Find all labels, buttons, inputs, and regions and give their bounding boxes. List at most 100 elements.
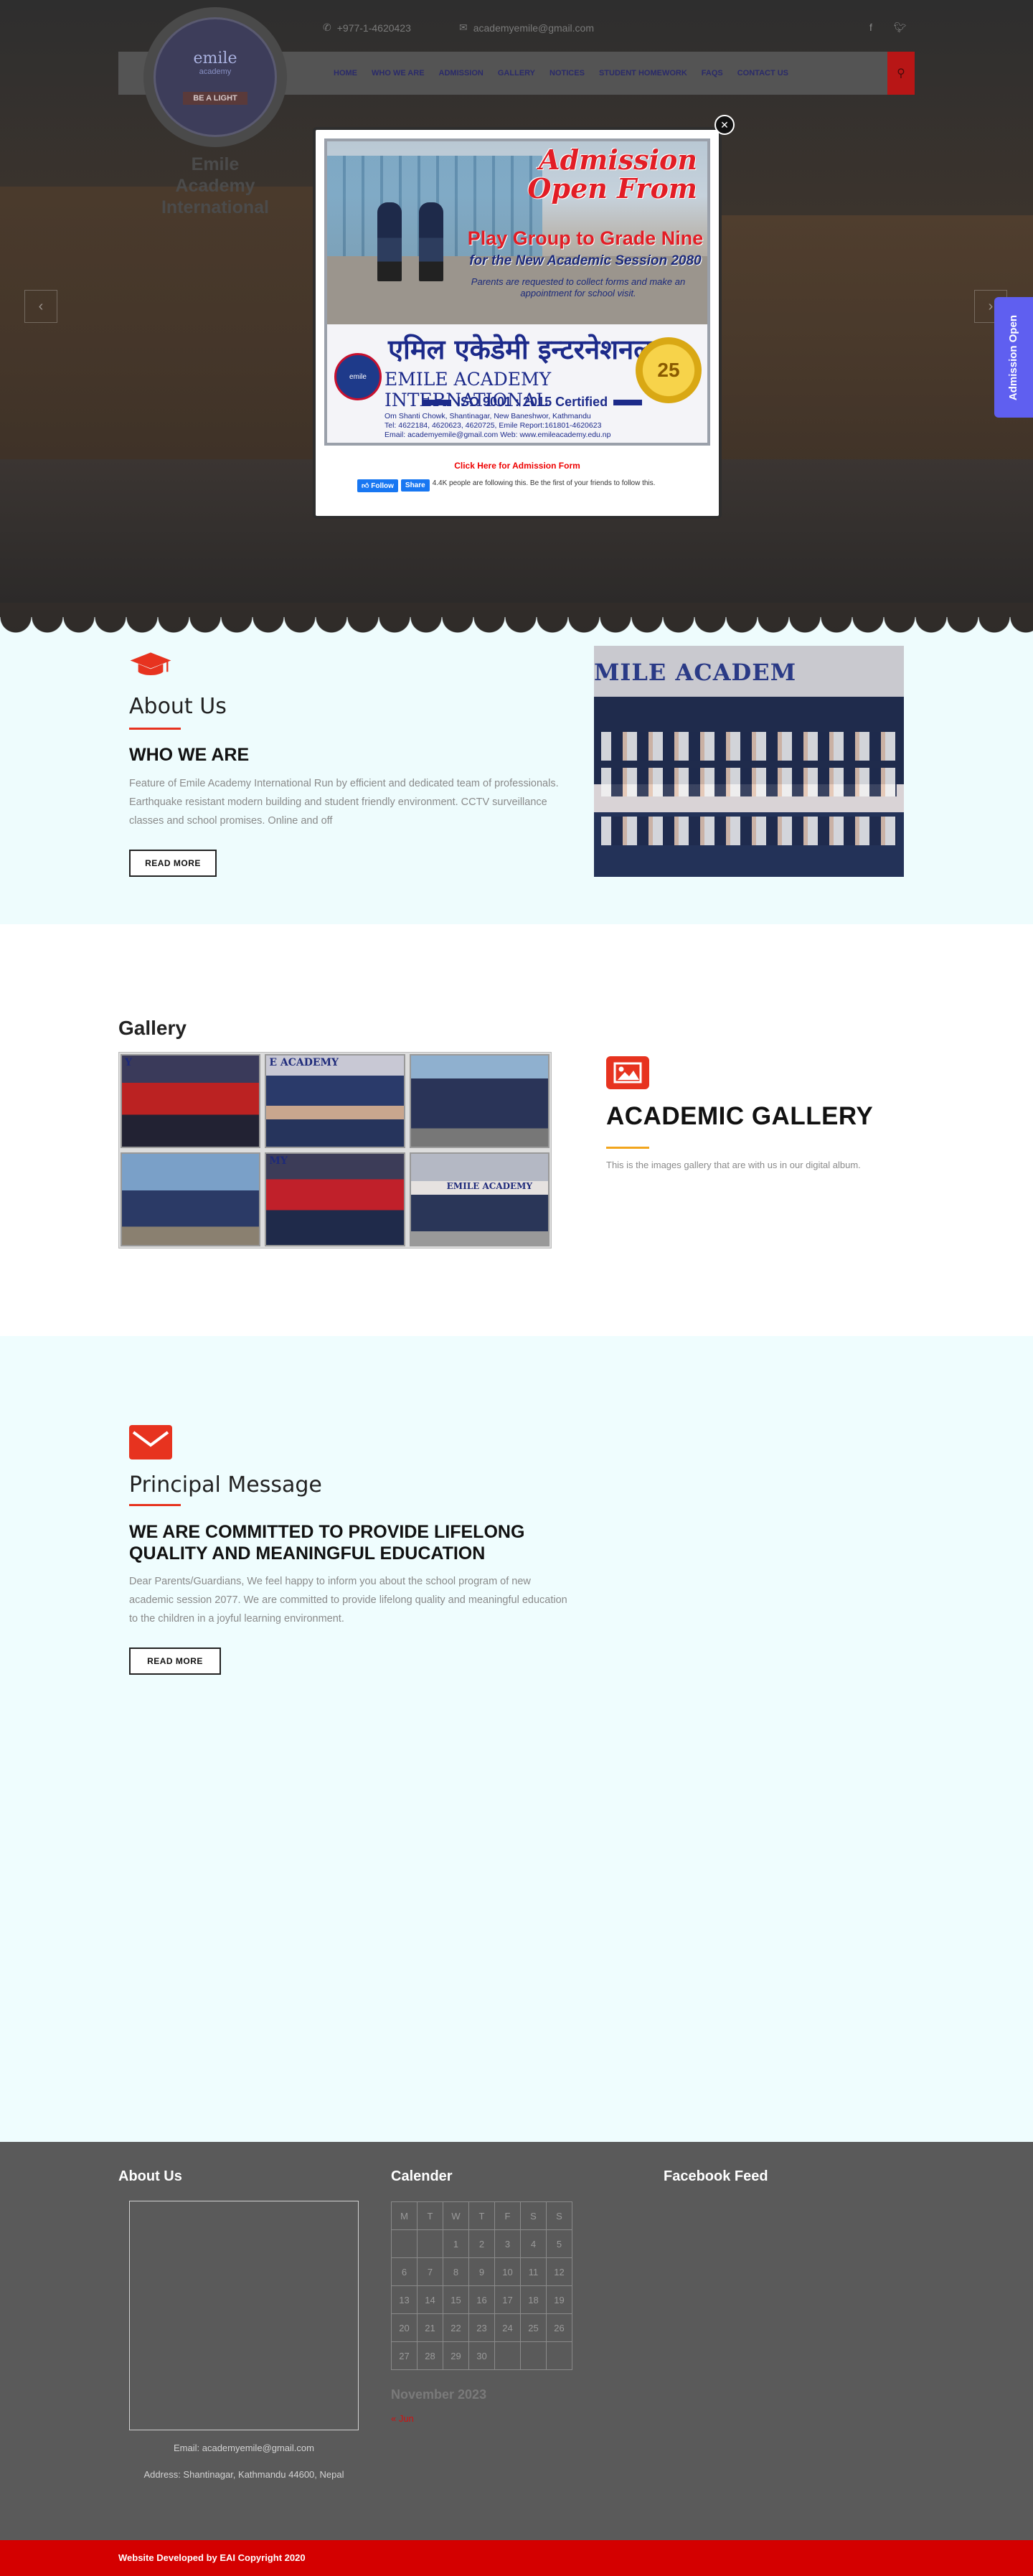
- flyer-student-1: [377, 202, 402, 281]
- calendar-day: 23: [468, 2313, 495, 2342]
- admission-flyer-image[interactable]: Admission Open From Play Group to Grade …: [324, 138, 710, 446]
- footer-facebook-title: Facebook Feed: [664, 2168, 768, 2184]
- academic-gallery-text: This is the images gallery that are with…: [606, 1160, 861, 1170]
- nav-item-student-homework[interactable]: STUDENT HOMEWORK: [599, 69, 687, 77]
- calendar-day-header: S: [546, 2201, 572, 2230]
- about-photo-row-3: [601, 817, 897, 845]
- fb-share-button[interactable]: Share: [400, 479, 430, 492]
- gallery-image-3[interactable]: [409, 1054, 549, 1148]
- calendar-day: [494, 2341, 521, 2370]
- about-photo-row-2: [601, 768, 897, 796]
- gallery-image-4[interactable]: [121, 1152, 261, 1246]
- phone-contact[interactable]: ✆ +977-1-4620423: [323, 22, 411, 34]
- principal-text: Dear Parents/Guardians, We feel happy to…: [129, 1576, 567, 1625]
- calendar-day: 24: [494, 2313, 521, 2342]
- close-icon: ✕: [720, 118, 729, 131]
- popup-close-button[interactable]: ✕: [714, 115, 735, 135]
- academic-gallery-title: ACADEMIC GALLERY: [606, 1102, 874, 1130]
- brand-line-3: International: [161, 197, 269, 217]
- email-contact[interactable]: ✉ academyemile@gmail.com: [459, 22, 594, 34]
- about-text: Feature of Emile Academy International R…: [129, 778, 559, 827]
- calendar-day-header: W: [443, 2201, 469, 2230]
- calendar-header-row: M T W T F S S: [391, 2201, 572, 2230]
- calendar-day: 11: [520, 2257, 547, 2286]
- calendar-day: 10: [494, 2257, 521, 2286]
- calendar-week: 20 21 22 23 24 25 26: [391, 2313, 572, 2342]
- brand-line-1: Emile: [191, 154, 240, 174]
- about-title: About Us: [129, 694, 227, 719]
- chevron-left-icon: ‹: [38, 298, 44, 314]
- brand-name: Emile Academy International: [122, 154, 308, 218]
- logo-sub: academy: [199, 67, 232, 76]
- slider-prev-button[interactable]: ‹: [24, 290, 57, 323]
- flyer-student-2: [419, 202, 443, 281]
- flyer-headline: Admission Open From: [527, 146, 697, 203]
- fb-follow-label: Follow: [371, 482, 394, 490]
- nav-item-contact-us[interactable]: CONTACT US: [737, 69, 788, 77]
- flyer-grades: Play Group to Grade Nine: [467, 227, 704, 249]
- footer-address: Address: Shantinagar, Kathmandu 44600, N…: [143, 2469, 344, 2480]
- calendar-day: 30: [468, 2341, 495, 2370]
- about-photo-banner: MILE ACADEM: [594, 659, 797, 686]
- calendar-day: 25: [520, 2313, 547, 2342]
- about-group-photo[interactable]: MILE ACADEM: [594, 646, 904, 877]
- top-contact-bar: ✆ +977-1-4620423 ✉ academyemile@gmail.co…: [323, 22, 918, 36]
- twitter-icon[interactable]: 🐦︎: [894, 22, 907, 34]
- nav-item-home[interactable]: HOME: [334, 69, 357, 77]
- about-read-more-button[interactable]: READ MORE: [129, 850, 217, 877]
- principal-read-more-button[interactable]: READ MORE: [129, 1647, 221, 1675]
- calendar-day: 27: [391, 2341, 418, 2370]
- gallery-image-1[interactable]: Y: [121, 1054, 261, 1148]
- footer-map-embed[interactable]: [129, 2201, 359, 2430]
- copyright-text: Website Developed by EAI Copyright 2020: [118, 2552, 306, 2563]
- nav-item-who-we-are[interactable]: WHO WE ARE: [372, 69, 425, 77]
- calendar-month-caption: November 2023: [391, 2387, 487, 2402]
- footer-calendar-title: Calender: [391, 2168, 453, 2184]
- envelope-icon: ✉: [459, 22, 468, 33]
- calendar-day-header: F: [494, 2201, 521, 2230]
- calendar-day: 21: [417, 2313, 443, 2342]
- site-logo[interactable]: emile academy BE A LIGHT: [143, 7, 287, 147]
- calendar-day: 16: [468, 2285, 495, 2314]
- calendar-day: 15: [443, 2285, 469, 2314]
- admission-popup: Admission Open From Play Group to Grade …: [313, 127, 722, 519]
- admission-open-label: Admission Open: [1007, 314, 1020, 400]
- flyer-address-3: Email: academyemile@gmail.com Web: www.e…: [385, 431, 611, 439]
- calendar-week: 13 14 15 16 17 18 19: [391, 2285, 572, 2314]
- logo-emblem: emile academy BE A LIGHT: [154, 17, 277, 137]
- nav-item-faqs[interactable]: FAQS: [702, 69, 723, 77]
- footer-email[interactable]: Email: academyemile@gmail.com: [118, 2443, 369, 2453]
- calendar-day: 8: [443, 2257, 469, 2286]
- footer-about-title: About Us: [118, 2168, 182, 2184]
- gallery-image-5[interactable]: MY: [265, 1152, 405, 1246]
- academic-gallery-rule: [606, 1147, 649, 1149]
- principal-heading-line-1: WE ARE COMMITTED TO PROVIDE LIFELONG: [129, 1522, 525, 1542]
- chevron-right-icon: ›: [988, 298, 994, 314]
- flyer-headline-2: Open From: [527, 172, 697, 205]
- calendar-week: 6 7 8 9 10 11 12: [391, 2257, 572, 2286]
- calendar-day: 29: [443, 2341, 469, 2370]
- calendar-prev-month-link[interactable]: « Jun: [391, 2413, 414, 2424]
- anniversary-seal: 25: [636, 337, 702, 403]
- flyer-nepali-name: एमिल एकेडेमी इन्टरनेशनल: [388, 334, 652, 365]
- nav-item-notices[interactable]: NOTICES: [549, 69, 585, 77]
- flyer-logo: emile: [334, 353, 382, 400]
- gallery-image-2[interactable]: E ACADEMY: [265, 1054, 405, 1148]
- calendar-day: [520, 2341, 547, 2370]
- nav-item-admission[interactable]: ADMISSION: [439, 69, 484, 77]
- copyright-bar: Website Developed by EAI Copyright 2020: [0, 2540, 1033, 2576]
- about-title-rule: [129, 728, 181, 730]
- calendar-day: 4: [520, 2229, 547, 2258]
- fb-follow-button[interactable]: 👍︎ Follow: [357, 479, 398, 492]
- admission-open-tab[interactable]: Admission Open: [994, 297, 1033, 418]
- calendar-widget: M T W T F S S 1 2 3 4 5 6 7 8 9 10 11 12…: [391, 2201, 572, 2370]
- facebook-icon[interactable]: f: [869, 22, 872, 33]
- logo-tagline: BE A LIGHT: [183, 92, 247, 105]
- search-button[interactable]: ⚲: [887, 52, 915, 95]
- flyer-photo: Admission Open From Play Group to Grade …: [327, 141, 707, 324]
- nav-item-gallery[interactable]: GALLERY: [498, 69, 535, 77]
- phone-number: +977-1-4620423: [336, 22, 411, 34]
- search-icon: ⚲: [897, 67, 905, 80]
- admission-form-link[interactable]: Click Here for Admission Form: [316, 461, 719, 471]
- gallery-image-6[interactable]: EMILE ACADEMY: [409, 1152, 549, 1246]
